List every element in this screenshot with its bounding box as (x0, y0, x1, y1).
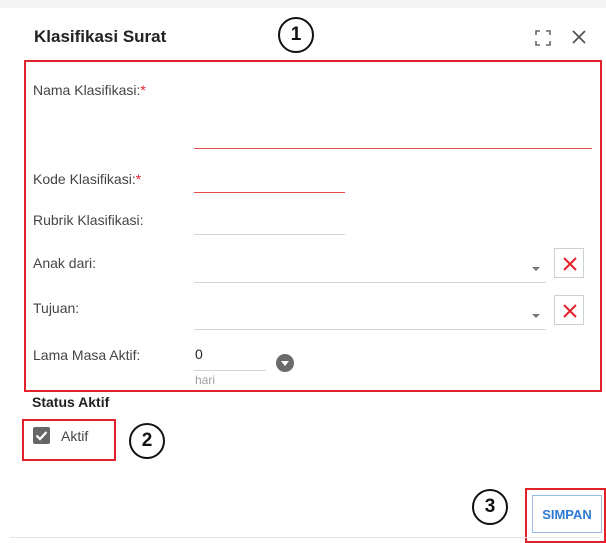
checkmark-icon (35, 431, 48, 441)
lama-masa-aktif-unit: hari (195, 373, 216, 387)
x-icon (563, 304, 577, 318)
footer-divider (10, 537, 600, 538)
required-marker: * (135, 171, 142, 187)
required-marker: * (140, 82, 146, 98)
kode-klasifikasi-input[interactable] (194, 166, 345, 192)
chevron-down-icon[interactable] (532, 267, 540, 271)
anak-dari-underline (194, 282, 546, 283)
aktif-checkbox-label[interactable]: Aktif (61, 428, 88, 444)
rubrik-klasifikasi-input[interactable] (194, 206, 345, 234)
status-aktif-title: Status Aktif (32, 394, 110, 410)
close-icon[interactable] (570, 28, 588, 46)
anak-dari-label: Anak dari: (33, 255, 97, 271)
annotation-badge-3: 3 (472, 489, 508, 525)
anak-dari-select[interactable] (194, 248, 546, 282)
lama-masa-aktif-dropdown-icon[interactable] (276, 354, 294, 372)
tujuan-select[interactable] (194, 294, 546, 328)
kode-klasifikasi-label: Kode Klasifikasi:* (33, 171, 142, 187)
clear-tujuan-button[interactable] (554, 295, 584, 325)
tujuan-underline (194, 329, 546, 330)
annotation-badge-1: 1 (278, 17, 314, 53)
annotation-badge-2: 2 (129, 423, 165, 459)
maximize-icon[interactable] (534, 29, 552, 47)
chevron-down-icon[interactable] (532, 314, 540, 318)
nama-klasifikasi-label: Nama Klasifikasi:* (33, 82, 146, 98)
lama-masa-aktif-underline (194, 370, 266, 371)
rubrik-klasifikasi-label: Rubrik Klasifikasi: (33, 212, 144, 228)
nama-klasifikasi-underline (194, 148, 592, 149)
top-backdrop (0, 0, 606, 8)
aktif-checkbox[interactable] (33, 427, 50, 444)
lama-masa-aktif-label: Lama Masa Aktif: (33, 347, 141, 363)
nama-klasifikasi-input[interactable] (194, 118, 592, 148)
kode-klasifikasi-underline (194, 192, 345, 193)
tujuan-label: Tujuan: (33, 300, 80, 316)
dialog-title: Klasifikasi Surat (34, 27, 167, 46)
clear-anak-dari-button[interactable] (554, 248, 584, 278)
rubrik-klasifikasi-underline (194, 234, 345, 235)
x-icon (563, 257, 577, 271)
save-button[interactable]: SIMPAN (532, 495, 602, 533)
lama-masa-aktif-input[interactable]: 0 (195, 346, 265, 362)
